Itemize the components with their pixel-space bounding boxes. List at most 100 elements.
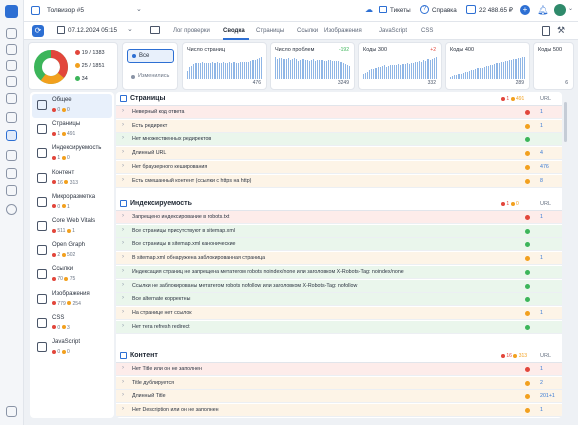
row-chevron-icon[interactable]: › <box>122 177 124 183</box>
row-chevron-icon[interactable]: › <box>122 227 124 233</box>
export-icon[interactable] <box>542 26 550 36</box>
monitor-icon[interactable] <box>150 26 160 34</box>
check-row[interactable]: › Title дублируется 2 <box>116 376 562 390</box>
settings-icon[interactable] <box>6 204 17 215</box>
row-chevron-icon[interactable]: › <box>122 365 124 371</box>
check-row[interactable]: › Неверный код ответа 1 <box>116 106 562 119</box>
filter-all-button[interactable]: Все <box>127 49 174 63</box>
tab-7[interactable]: CSS <box>421 28 433 34</box>
check-row[interactable]: › Нет множественных редиректов <box>116 133 562 147</box>
url-count-link[interactable]: 1 <box>540 109 543 115</box>
sitemap-icon[interactable] <box>6 185 17 196</box>
url-count-link[interactable]: 1 <box>540 214 543 220</box>
category-item[interactable]: Микроразметка 0 1 <box>32 191 112 215</box>
row-chevron-icon[interactable]: › <box>122 122 124 128</box>
category-item[interactable]: Индексируемость 1 0 <box>32 142 112 166</box>
scrollbar-thumb[interactable] <box>564 102 567 142</box>
row-chevron-icon[interactable]: › <box>122 406 124 412</box>
category-item[interactable]: Ссылки 70 75 <box>32 263 112 287</box>
check-row[interactable]: › Запрещено индексирование в robots.txt 1 <box>116 211 562 224</box>
url-count-link[interactable]: 1 <box>540 255 543 261</box>
check-row[interactable]: › Есть редирект 1 <box>116 119 562 133</box>
project-dropdown-icon[interactable]: ⌄ <box>136 5 142 13</box>
metric-card[interactable]: Число проблем -192 3249 <box>270 42 355 90</box>
notifications-icon[interactable]: 🔔︎ <box>537 5 548 16</box>
tasks-icon[interactable] <box>6 168 17 179</box>
category-item[interactable]: JavaScript 0 0 <box>32 336 112 360</box>
row-chevron-icon[interactable]: › <box>122 163 124 169</box>
row-chevron-icon[interactable]: › <box>122 213 124 219</box>
category-item[interactable]: Общее 0 0 <box>32 94 112 118</box>
row-chevron-icon[interactable]: › <box>122 240 124 246</box>
dashboard-icon[interactable] <box>6 28 17 39</box>
positions-icon[interactable] <box>6 60 17 71</box>
url-count-link[interactable]: 201+1 <box>540 393 555 399</box>
balance-value[interactable]: 22 488.65 ₽ <box>479 7 513 14</box>
row-chevron-icon[interactable]: › <box>122 254 124 260</box>
tools-icon[interactable] <box>6 112 17 123</box>
check-row[interactable]: › Длинный URL 4 <box>116 147 562 161</box>
check-row[interactable]: › Нет Title или он не заполнен 1 <box>116 363 562 376</box>
metric-card[interactable]: Коды 400 289 <box>445 42 530 90</box>
url-count-link[interactable]: 4 <box>540 150 543 156</box>
url-count-link[interactable]: 1 <box>540 366 543 372</box>
metric-card[interactable]: Коды 300 +2 332 <box>358 42 442 90</box>
check-row[interactable]: › Нет браузерного кеширования 476 <box>116 160 562 174</box>
metric-card[interactable]: Коды 500 6 <box>533 42 574 90</box>
tab-5[interactable]: Изображения <box>324 28 362 34</box>
avatar-dropdown-icon[interactable]: ⌄ <box>568 5 573 12</box>
row-chevron-icon[interactable]: › <box>122 379 124 385</box>
tab-3[interactable]: Страницы <box>256 28 284 34</box>
check-row[interactable]: › Есть смешанный контент (ссылки с https … <box>116 174 562 188</box>
row-chevron-icon[interactable]: › <box>122 295 124 301</box>
check-row[interactable]: › Все страницы присутствуют в sitemap.xml <box>116 224 562 238</box>
category-item[interactable]: CSS 0 3 <box>32 312 112 336</box>
row-chevron-icon[interactable]: › <box>122 135 124 141</box>
tab-2[interactable]: Сводка <box>223 28 245 34</box>
tab-4[interactable]: Ссылки <box>297 28 318 34</box>
url-count-link[interactable]: 1 <box>540 310 543 316</box>
external-link-icon[interactable] <box>6 406 17 417</box>
row-chevron-icon[interactable]: › <box>122 309 124 315</box>
category-item[interactable]: Страницы 1 491 <box>32 118 112 142</box>
date-dropdown-icon[interactable]: ⌄ <box>127 25 133 33</box>
avatar[interactable] <box>554 4 566 16</box>
scrollbar[interactable] <box>563 92 568 418</box>
cloud-upload-icon[interactable]: ☁ <box>365 5 373 14</box>
url-count-link[interactable]: 2 <box>540 380 543 386</box>
app-logo[interactable] <box>5 5 18 18</box>
category-item[interactable]: Контент 16 313 <box>32 167 112 191</box>
chart-icon[interactable] <box>6 93 17 104</box>
row-chevron-icon[interactable]: › <box>122 149 124 155</box>
metric-card[interactable]: Число страниц 476 <box>182 42 267 90</box>
url-count-link[interactable]: 1 <box>540 123 543 129</box>
tickets-link[interactable]: Тикеты <box>390 7 411 14</box>
audit-date-select[interactable]: 07.12.2024 05:15 <box>68 27 117 34</box>
row-chevron-icon[interactable]: › <box>122 282 124 288</box>
tickets-icon[interactable] <box>379 6 387 13</box>
filter-changed-button[interactable]: Изменились <box>127 70 174 84</box>
bug-icon[interactable] <box>6 150 17 161</box>
check-row[interactable]: › Нет тега refresh redirect <box>116 320 562 334</box>
category-item[interactable]: Core Web Vitals 511 1 <box>32 215 112 239</box>
help-link[interactable]: Справка <box>432 7 457 14</box>
url-count-link[interactable]: 476 <box>540 164 549 170</box>
check-row[interactable]: › Нет Description или он не заполнен 1 <box>116 404 562 418</box>
row-chevron-icon[interactable]: › <box>122 323 124 329</box>
url-count-link[interactable]: 1 <box>540 407 543 413</box>
tools-settings-icon[interactable]: ⚒ <box>557 25 565 36</box>
project-name[interactable]: Толвизор #5 <box>47 7 84 14</box>
row-chevron-icon[interactable]: › <box>122 108 124 114</box>
check-row[interactable]: › Ссылки не заблокированы метатегом robot… <box>116 279 562 293</box>
check-row[interactable]: › Все страницы в sitemap.xml канонические <box>116 238 562 252</box>
reports-icon[interactable] <box>6 44 17 55</box>
row-chevron-icon[interactable]: › <box>122 392 124 398</box>
check-row[interactable]: › Все alternate корректны <box>116 293 562 307</box>
wallet-icon[interactable] <box>466 5 476 14</box>
refresh-button[interactable]: ⟳ <box>32 25 44 37</box>
check-row[interactable]: › Длинный Title 201+1 <box>116 390 562 404</box>
audit-icon[interactable] <box>6 130 17 141</box>
check-row[interactable]: › В sitemap.xml обнаружена заблокированна… <box>116 252 562 266</box>
check-row[interactable]: › На странице нет ссылок 1 <box>116 306 562 320</box>
check-row[interactable]: › Индексация страниц не запрещена метатег… <box>116 265 562 279</box>
